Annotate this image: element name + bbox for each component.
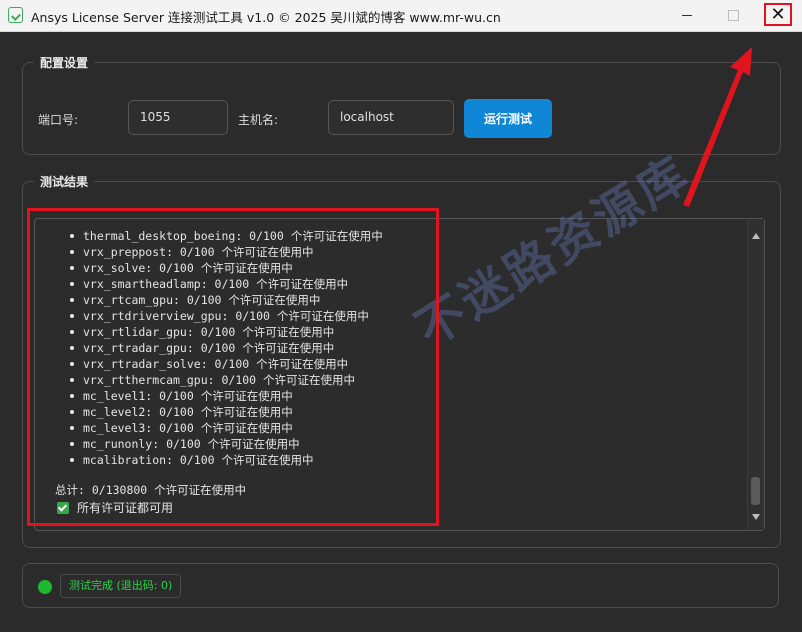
- status-bar: 测试完成 (退出码: 0): [22, 563, 779, 608]
- status-badge: 测试完成 (退出码: 0): [60, 574, 182, 598]
- annotation-arrow-icon: [683, 47, 752, 207]
- status-indicator-icon: [38, 580, 52, 594]
